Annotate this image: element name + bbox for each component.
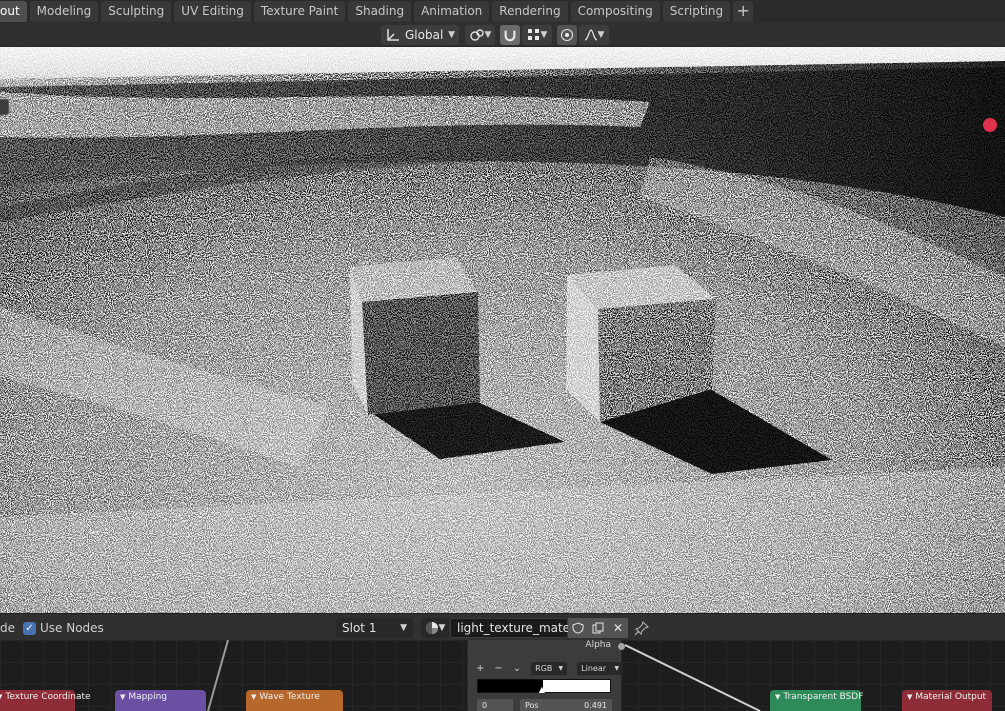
orientation-label: Global bbox=[405, 28, 444, 42]
snapping-group: ▼ bbox=[500, 25, 552, 45]
proportional-edit-toggle[interactable] bbox=[557, 25, 577, 45]
slot-selector[interactable]: Slot 1 ▼ bbox=[336, 618, 413, 638]
node-link bbox=[207, 640, 229, 711]
node-title: Texture Coordinate bbox=[5, 692, 91, 702]
transform-orientation: Global ▼ bbox=[381, 25, 459, 45]
pivot-dropdown[interactable]: ▼ bbox=[465, 25, 495, 45]
viewport-render bbox=[0, 47, 1005, 613]
tab-layout[interactable]: out bbox=[0, 1, 27, 22]
ramp-stop-handle[interactable]: ▲ bbox=[539, 685, 547, 695]
add-stop-button[interactable]: + bbox=[476, 663, 484, 674]
remove-stop-button[interactable]: − bbox=[494, 663, 502, 674]
color-ramp-toolbar: + − ⌄ RGB ▼ Linear ▼ bbox=[476, 662, 624, 675]
collapse-arrow-icon: ▼ bbox=[775, 693, 781, 701]
material-sphere-icon bbox=[425, 622, 438, 634]
workspace-tab-bar: out Modeling Sculpting UV Editing Textur… bbox=[0, 0, 1005, 23]
color-mode-value: RGB bbox=[535, 664, 553, 673]
chevron-down-icon: ▼ bbox=[400, 623, 407, 633]
unlink-close-icon[interactable]: ✕ bbox=[608, 618, 628, 638]
proportional-edit-icon bbox=[561, 29, 573, 41]
color-mode-select[interactable]: RGB ▼ bbox=[531, 662, 568, 675]
node-title: Mapping bbox=[128, 692, 168, 702]
fake-user-shield-icon[interactable] bbox=[568, 618, 588, 638]
pivot-group: ▼ bbox=[465, 25, 495, 45]
tab-rendering[interactable]: Rendering bbox=[492, 1, 568, 22]
pos-value: 0.491 bbox=[584, 701, 607, 710]
material-name-field[interactable]: light_texture_materi... bbox=[450, 618, 590, 638]
snap-toggle[interactable] bbox=[500, 25, 520, 45]
transform-orientation-dropdown[interactable]: Global ▼ bbox=[381, 25, 459, 45]
node-transparent-bsdf[interactable]: ▼ Transparent BSDF bbox=[770, 690, 864, 711]
pivot-link-icon bbox=[469, 29, 484, 41]
collapse-arrow-icon: ▼ bbox=[251, 693, 257, 701]
node-wave-texture[interactable]: ▼ Wave Texture bbox=[246, 690, 343, 711]
render-noise bbox=[0, 47, 1005, 613]
material-browse-button[interactable]: ▼ bbox=[421, 618, 449, 638]
tab-animation[interactable]: Animation bbox=[414, 1, 490, 22]
interpolation-select[interactable]: Linear ▼ bbox=[577, 662, 624, 675]
pin-icon[interactable] bbox=[634, 618, 650, 638]
chevron-down-icon: ▼ bbox=[438, 623, 446, 633]
node-link bbox=[624, 644, 761, 711]
pos-label: Pos bbox=[525, 701, 539, 710]
snap-grid-icon bbox=[527, 29, 539, 40]
node-editor-canvas[interactable]: ▼Texture Coordinate ▼Mapping ▼Wave Textu… bbox=[0, 640, 1005, 711]
tab-shading[interactable]: Shading bbox=[348, 1, 412, 22]
node-title: Transparent BSDF bbox=[783, 692, 864, 702]
slot-label: Slot 1 bbox=[342, 621, 377, 635]
node-mapping[interactable]: ▼ Mapping bbox=[115, 690, 206, 711]
alpha-output-label: Alpha bbox=[585, 640, 611, 650]
node-color-ramp[interactable]: Alpha + − ⌄ RGB ▼ Linear ▼ ▲ 0 Pos 0.491 bbox=[467, 640, 625, 711]
tab-compositing[interactable]: Compositing bbox=[570, 1, 660, 22]
node-title: Material Output bbox=[915, 692, 987, 702]
stop-index-value: 0 bbox=[482, 701, 488, 710]
viewport-header: Global ▼ ▼ ▼ ▼ bbox=[0, 23, 1005, 47]
chevron-down-icon: ▼ bbox=[614, 665, 620, 672]
3d-viewport[interactable] bbox=[0, 47, 1005, 613]
snap-target-dropdown[interactable]: ▼ bbox=[522, 25, 552, 45]
alpha-output-socket[interactable] bbox=[618, 643, 625, 650]
chevron-down-icon: ▼ bbox=[597, 30, 605, 40]
tab-scripting[interactable]: Scripting bbox=[662, 1, 731, 22]
tab-modeling[interactable]: Modeling bbox=[29, 1, 99, 22]
chevron-down-icon: ▼ bbox=[540, 30, 548, 40]
stop-index-field[interactable]: 0 bbox=[477, 699, 513, 711]
navigation-gizmo-axis[interactable] bbox=[983, 118, 997, 132]
falloff-curve-icon bbox=[584, 29, 597, 41]
node-texture-coordinate[interactable]: ▼Texture Coordinate bbox=[0, 690, 91, 711]
use-nodes-toggle[interactable]: ✓ Use Nodes bbox=[23, 618, 104, 638]
node-editor-header: de ✓ Use Nodes Slot 1 ▼ ▼ light_texture_… bbox=[0, 613, 1005, 640]
tab-uv-editing[interactable]: UV Editing bbox=[174, 1, 251, 22]
tab-sculpting[interactable]: Sculpting bbox=[101, 1, 172, 22]
tab-texture-paint[interactable]: Texture Paint bbox=[253, 1, 346, 22]
node-title: Wave Texture bbox=[259, 692, 320, 702]
transform-orientation-icon bbox=[387, 29, 399, 41]
collapse-arrow-icon: ▼ bbox=[907, 693, 913, 701]
duplicate-material-icon[interactable] bbox=[588, 618, 608, 638]
add-workspace-button[interactable]: + bbox=[733, 1, 754, 22]
chevron-down-icon: ▼ bbox=[448, 30, 455, 40]
snap-magnet-icon bbox=[504, 30, 516, 42]
ramp-menu-button[interactable]: ⌄ bbox=[513, 663, 521, 674]
node-material-output[interactable]: ▼ Material Output bbox=[902, 690, 992, 711]
proportional-edit-group: ▼ bbox=[557, 25, 609, 45]
collapse-arrow-icon: ▼ bbox=[120, 693, 126, 701]
editor-mode-label[interactable]: de bbox=[0, 618, 15, 638]
use-nodes-label: Use Nodes bbox=[40, 621, 104, 635]
chevron-down-icon: ▼ bbox=[558, 665, 564, 672]
mode-label-text: de bbox=[0, 621, 15, 635]
material-actions: ✕ bbox=[568, 618, 628, 638]
stop-position-field[interactable]: Pos 0.491 bbox=[520, 699, 612, 711]
chevron-down-icon: ▼ bbox=[484, 30, 492, 40]
falloff-dropdown[interactable]: ▼ bbox=[579, 25, 609, 45]
collapse-arrow-icon: ▼ bbox=[0, 693, 2, 701]
checkmark-icon: ✓ bbox=[23, 621, 36, 635]
blender-window: out Modeling Sculpting UV Editing Textur… bbox=[0, 0, 1005, 711]
sidebar-toggle-button[interactable] bbox=[0, 99, 9, 115]
interpolation-value: Linear bbox=[581, 664, 607, 673]
